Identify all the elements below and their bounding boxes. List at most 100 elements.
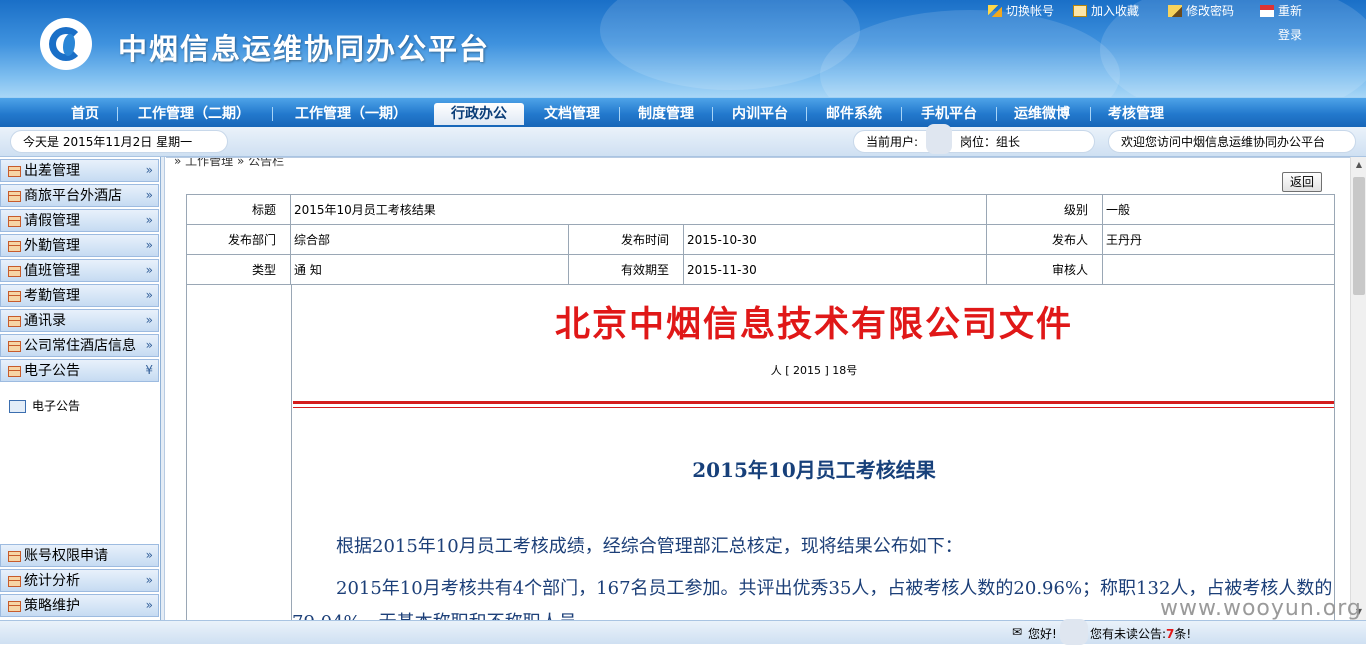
nav-item-training[interactable]: 内训平台 [725,103,795,125]
sidebar-item-duty[interactable]: 值班管理» [0,259,159,282]
sidebar: 出差管理» 商旅平台外酒店» 请假管理» 外勤管理» 值班管理» 考勤管理» 通… [0,157,161,620]
welcome-message: 欢迎您访问中烟信息运维协同办公平台 [1108,130,1356,153]
sidebar-item-policy[interactable]: 策略维护» [0,594,159,617]
calendar-icon [8,241,21,252]
add-favorite-link[interactable]: 加入收藏 [1073,2,1139,19]
chevron-right-icon: » [145,338,153,352]
title-label: 标题 [186,194,291,225]
red-divider-thin [293,407,1334,408]
nav-item-email[interactable]: 邮件系统 [819,103,889,125]
main-scrollbar[interactable]: ▲ ▼ [1350,157,1366,620]
nav-item-regulation[interactable]: 制度管理 [631,103,701,125]
reviewer-label: 审核人 [986,254,1103,285]
today-date: 今天是 2015年11月2日 星期一 [10,130,228,153]
calendar-icon [8,341,21,352]
notice-meta-table: 标题 2015年10月员工考核结果 级别 一般 发布部门 综合部 发布时间 20… [186,194,1335,285]
nav-separator [996,107,997,121]
main-nav: 首页 工作管理（二期） 工作管理（一期） 行政办公 文档管理 制度管理 内训平台… [0,97,1366,127]
nav-item-document[interactable]: 文档管理 [537,103,607,125]
watermark: www.wooyun.org [1160,596,1362,621]
sidebar-subitem-announcement[interactable]: 电子公告 [9,397,80,414]
current-user-info: 当前用户: 岗位：组长 [853,123,1095,154]
app-title: 中烟信息运维协同办公平台 [118,32,491,66]
dept-label: 发布部门 [186,224,291,255]
switch-account-link[interactable]: 切换帐号 [988,2,1054,19]
breadcrumb: » 工作管理 » 公告栏 [174,157,285,168]
chevron-down-icon: ¥ [145,363,153,377]
hello-text: 您好! [1028,627,1057,641]
calendar-icon [8,551,21,562]
nav-separator [712,107,713,121]
chevron-right-icon: » [145,238,153,252]
type-value: 通 知 [290,254,569,285]
relogin-link-line2[interactable]: 登录 [1278,26,1302,43]
document-number: 人 [ 2015 ] 18号 [770,364,858,377]
type-label: 类型 [186,254,291,285]
company-logo [40,18,92,70]
unread-notice[interactable]: 您有未读公告:7条! [1090,625,1191,642]
dept-value: 综合部 [290,224,569,255]
calendar-icon [8,191,21,202]
banner-leaf-decoration [820,10,1120,97]
nav-separator [272,107,273,121]
nav-item-weibo[interactable]: 运维微博 [1007,103,1077,125]
sidebar-item-field-work[interactable]: 外勤管理» [0,234,159,257]
sidebar-item-external-hotel[interactable]: 商旅平台外酒店» [0,184,159,207]
document-title: 2015年10月员工考核结果 [692,458,936,482]
chevron-right-icon: » [145,598,153,612]
back-button[interactable]: 返回 [1282,172,1322,192]
calendar-icon [8,216,21,227]
document-frame: 北京中烟信息技术有限公司文件 人 [ 2015 ] 18号 2015年10月员工… [186,284,1335,620]
nav-separator [1090,107,1091,121]
main-content: » 工作管理 » 公告栏 返回 标题 2015年10月员工考核结果 级别 一般 … [166,157,1350,620]
document-heading: 北京中烟信息技术有限公司文件 [554,304,1073,345]
sidebar-item-statistics[interactable]: 统计分析» [0,569,159,592]
sidebar-item-company-hotel[interactable]: 公司常住酒店信息» [0,334,159,357]
pencil-icon [1168,5,1182,17]
lightning-icon [988,5,1002,17]
header-banner: 中烟信息运维协同办公平台 切换帐号 加入收藏 修改密码 重新 登录 [0,0,1366,97]
info-bar: 今天是 2015年11月2日 星期一 当前用户: 岗位：组长 欢迎您访问中烟信息运… [0,123,1366,157]
nav-separator [117,107,118,121]
chevron-right-icon: » [145,213,153,227]
sidebar-item-account-permission[interactable]: 账号权限申请» [0,544,159,567]
sidebar-item-leave[interactable]: 请假管理» [0,209,159,232]
calendar-icon [8,366,21,377]
time-value: 2015-10-30 [683,224,987,255]
nav-item-assessment[interactable]: 考核管理 [1101,103,1171,125]
sidebar-item-address-book[interactable]: 通讯录» [0,309,159,332]
change-password-link[interactable]: 修改密码 [1168,2,1234,19]
nav-item-admin-office[interactable]: 行政办公 [434,103,524,125]
relogin-link[interactable]: 重新 [1260,2,1302,19]
nav-item-mobile[interactable]: 手机平台 [914,103,984,125]
status-footer: ✉ 您好! 您有未读公告:7条! [0,619,1366,645]
level-value: 一般 [1102,194,1335,225]
chevron-right-icon: » [145,313,153,327]
valid-value: 2015-11-30 [683,254,987,285]
redacted-user-name [1060,619,1088,645]
position-label: 岗位：组长 [960,135,1021,149]
sidebar-item-attendance[interactable]: 考勤管理» [0,284,159,307]
time-label: 发布时间 [568,224,684,255]
sidebar-splitter[interactable] [161,157,165,620]
home-icon [1260,5,1274,17]
nav-item-work-phase2[interactable]: 工作管理（二期） [133,103,255,125]
title-value: 2015年10月员工考核结果 [290,194,987,225]
envelope-icon: ✉ [1012,625,1023,639]
calendar-icon [8,316,21,327]
current-user-label: 当前用户: [866,135,919,149]
calendar-icon [8,576,21,587]
nav-item-work-phase1[interactable]: 工作管理（一期） [290,103,412,125]
scroll-up-arrow-icon[interactable]: ▲ [1351,157,1366,173]
sidebar-item-business-trip[interactable]: 出差管理» [0,159,159,182]
scroll-thumb[interactable] [1353,177,1365,295]
reviewer-value [1102,254,1335,285]
chevron-right-icon: » [145,188,153,202]
sidebar-item-announcement[interactable]: 电子公告 ¥ [0,359,159,382]
publisher-value: 王丹丹 [1102,224,1335,255]
nav-item-home[interactable]: 首页 [62,103,108,125]
redacted-user-name [926,123,953,154]
red-divider [293,401,1334,404]
calendar-icon [8,266,21,277]
valid-label: 有效期至 [568,254,684,285]
